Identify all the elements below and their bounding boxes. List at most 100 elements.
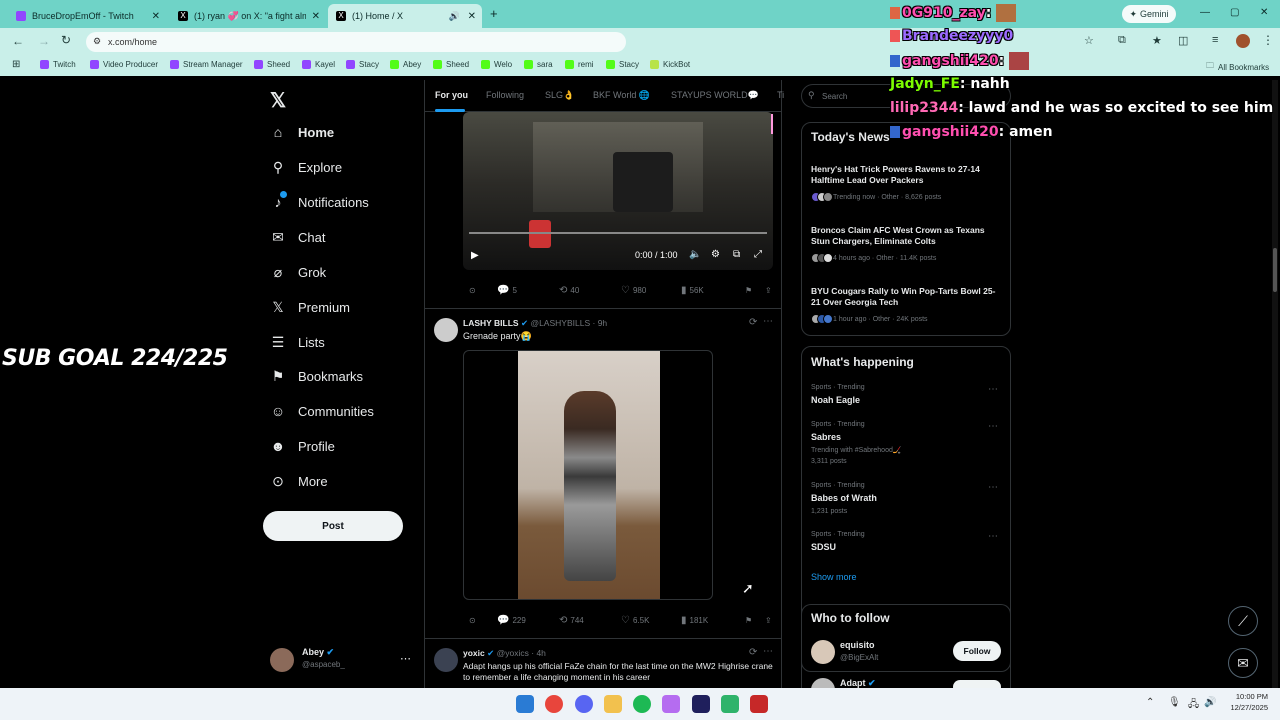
more-options-icon[interactable]: ⋯ [988,482,998,493]
grok-icon[interactable]: ⟳ [749,647,757,658]
bookmark-item[interactable]: Kayel [302,60,335,69]
reply-button[interactable]: 💬 229 [497,615,526,626]
views-button[interactable]: ▮ 181K [681,615,708,626]
bookmark-icon[interactable]: ⚑ [745,616,752,625]
news-headline[interactable]: BYU Cougars Rally to Win Pop-Tarts Bowl … [811,286,1001,308]
tab-for-you[interactable]: For you [435,90,468,100]
nav-item-communities[interactable]: ☺ Communities [270,403,374,419]
spotify-icon[interactable] [633,695,651,713]
follow-name[interactable]: equisito [840,640,875,650]
nav-item-grok[interactable]: ⌀ Grok [270,264,326,280]
speaker-icon[interactable]: 🔊 [449,11,460,22]
author-name[interactable]: yoxic [463,648,485,658]
views-button[interactable]: ▮ 56K [681,285,704,296]
maximize-button[interactable]: ▢ [1230,7,1239,18]
views-chart-icon[interactable]: ⊙ [469,286,476,295]
bookmark-item[interactable]: Stacy [606,60,639,69]
more-options-icon[interactable]: ⋯ [400,652,411,665]
bookmark-item[interactable]: sara [524,60,553,69]
author-handle[interactable]: @LASHYBILLS [530,318,590,328]
tab-stayups-world[interactable]: STAYUPS WORLD💬 [671,90,759,101]
avatar[interactable] [270,648,294,672]
like-button[interactable]: ♡ 6.5K [621,615,649,626]
video-player[interactable]: ▶ 0:00 / 1:00 🔈 ⚙ ⧉ ⤢ [463,112,773,270]
browser-tab[interactable]: BruceDropEmOff - Twitch ✕ [8,4,166,28]
bookmark-item[interactable]: remi [565,60,594,69]
window-close-button[interactable]: ✕ [1260,7,1268,18]
trend-name[interactable]: SDSU [811,542,836,552]
video-progress-bar[interactable] [469,232,767,234]
x-logo-icon[interactable]: 𝕏 [270,88,286,113]
chrome-icon[interactable] [545,695,563,713]
show-more-link[interactable]: Show more [811,572,857,582]
messages-float-button[interactable]: ✉ [1228,648,1258,678]
volume-icon[interactable]: 🔊 [1204,697,1216,708]
app-icon[interactable] [721,695,739,713]
avatar[interactable] [811,640,835,664]
pip-icon[interactable]: ⧉ [733,249,740,260]
app-icon[interactable] [750,695,768,713]
bookmark-item[interactable]: Video Producer [90,60,158,69]
nav-item-more[interactable]: ⊙ More [270,473,328,489]
more-options-icon[interactable]: ⋯ [763,646,773,657]
nav-item-explore[interactable]: ⚲ Explore [270,159,342,175]
close-icon[interactable]: ✕ [152,11,160,22]
more-options-icon[interactable]: ⋯ [988,421,998,432]
premiere-icon[interactable] [692,695,710,713]
minimize-button[interactable]: — [1200,7,1210,18]
bookmark-icon[interactable]: ⚑ [745,286,752,295]
post-time[interactable]: · 4h [531,648,546,658]
nav-item-lists[interactable]: ☰ Lists [270,334,325,350]
forward-arrow-icon[interactable]: → [38,34,50,48]
close-icon[interactable]: ✕ [468,11,476,22]
bookmark-item[interactable]: KickBot [650,60,690,69]
all-bookmarks-folder[interactable]: 🗀 All Bookmarks [1206,60,1269,74]
star-icon[interactable]: ☆ [1084,34,1094,47]
tab-bkf-world[interactable]: BKF World 🌐 [593,90,650,101]
bookmark-star-icon[interactable]: ★ [1152,34,1162,47]
windows-start-icon[interactable] [516,695,534,713]
follow-button[interactable]: Follow [953,641,1001,661]
volume-icon[interactable]: 🔈 [689,249,701,260]
scrollbar-thumb[interactable] [1273,248,1277,292]
clock[interactable]: 10:00 PM 12/27/2025 [1226,692,1268,712]
close-icon[interactable]: ✕ [312,11,320,22]
tab-following[interactable]: Following [486,90,524,100]
bookmark-item[interactable]: Stacy [346,60,379,69]
discord-icon[interactable] [575,695,593,713]
grok-icon[interactable]: ⟳ [749,317,757,328]
trend-name[interactable]: Babes of Wrath [811,493,877,503]
bookmark-item[interactable]: Sheed [254,60,290,69]
reload-icon[interactable]: ↻ [61,33,71,47]
views-chart-icon[interactable]: ⊙ [469,616,476,625]
news-headline[interactable]: Broncos Claim AFC West Crown as Texans S… [811,225,1001,247]
site-info-icon[interactable]: ⚙ [93,36,101,47]
split-view-icon[interactable]: ◫ [1178,34,1188,47]
like-button[interactable]: ♡ 980 [621,285,646,296]
bookmark-item[interactable]: Sheed [433,60,469,69]
tab-more[interactable]: Ti [777,90,784,100]
author-name[interactable]: LASHY BILLS [463,318,519,328]
avatar[interactable] [434,648,458,672]
network-icon[interactable]: 🖧 [1188,697,1199,714]
tab-slg[interactable]: SLG👌 [545,90,574,101]
browser-tab-active[interactable]: X (1) Home / X 🔊 ✕ [328,4,482,28]
play-icon[interactable]: ▶ [471,250,479,261]
follow-button[interactable] [953,680,1001,688]
nav-item-notifications[interactable]: ♪ Notifications [270,191,369,210]
copilot-icon[interactable] [662,695,680,713]
nav-item-premium[interactable]: 𝕏 Premium [270,299,350,315]
bookmark-item[interactable]: Twitch [40,60,76,69]
post-time[interactable]: · 9h [593,318,608,328]
reply-button[interactable]: 💬 5 [497,285,517,296]
settings-icon[interactable]: ⚙ [711,249,720,260]
nav-item-profile[interactable]: ☻ Profile [270,438,335,454]
gemini-button[interactable]: ✦ Gemini [1122,5,1176,23]
post-button[interactable]: Post [263,511,403,541]
share-icon[interactable]: ⇪ [765,616,772,625]
account-name[interactable]: Abey ✔ [302,647,334,658]
author-handle[interactable]: @yoxics [497,648,529,658]
avatar[interactable] [434,318,458,342]
trend-name[interactable]: Noah Eagle [811,395,860,405]
bookmark-item[interactable]: Welo [481,60,512,69]
